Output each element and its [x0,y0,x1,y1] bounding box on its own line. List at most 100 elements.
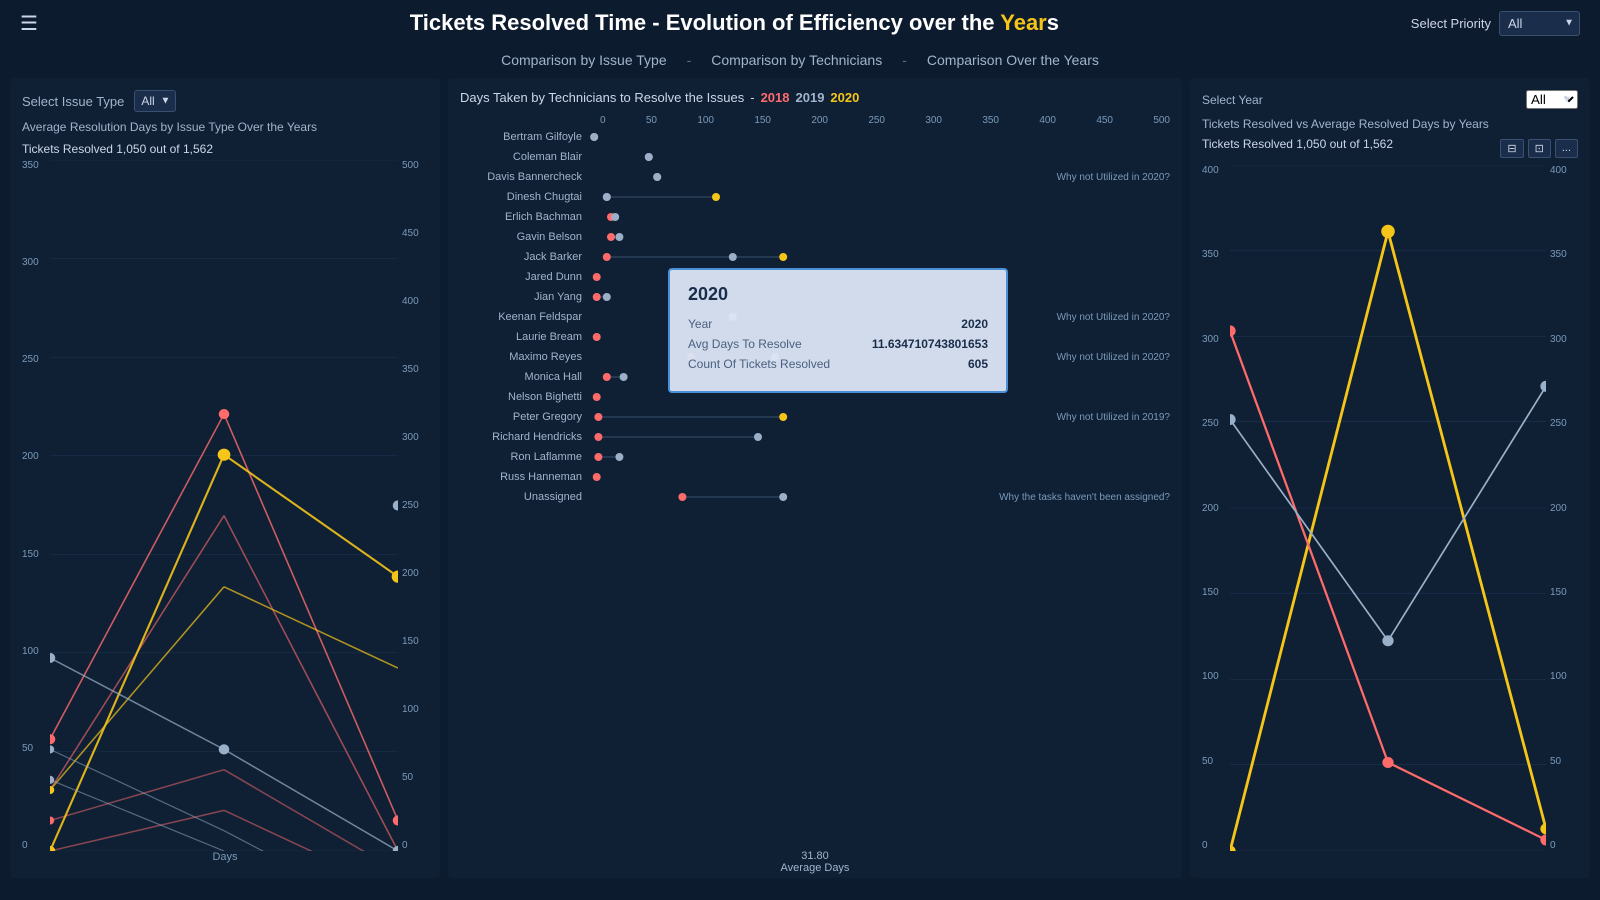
y-right-450: 450 [402,228,428,239]
right-panel-controls: ⊟ ⊡ ... [1500,139,1578,158]
y-left-50: 50 [22,743,46,754]
issue-type-label: Select Issue Type [22,94,124,109]
right-panel-title-text: Tickets Resolved vs Average Resolved Day… [1202,117,1578,131]
technician-list: Bertram GilfoyleColeman BlairDavis Banne… [460,130,1170,846]
technician-name: Jian Yang [460,291,590,303]
technician-bar-area [590,450,1170,464]
tech-bar-svg [590,430,1010,444]
tech-note: Why not Utilized in 2020? [1057,172,1170,183]
tech-bar-svg [590,230,1010,244]
technician-bar-area: Why not Utilized in 2020? [590,170,1170,184]
title-highlight: Year [1000,10,1047,35]
r-yr-0: 0 [1550,840,1578,851]
priority-selector: Select Priority All High Medium Low [1411,11,1580,36]
r-y-0: 0 [1202,840,1230,851]
technician-name: Laurie Bream [460,331,590,343]
technician-bar-area: Why not Utilized in 2019? [590,410,1170,424]
r-y-250: 250 [1202,418,1230,429]
r-yr-350: 350 [1550,249,1578,260]
technician-name: Maximo Reyes [460,351,590,363]
nav-sep-2: - [902,52,907,68]
tech-bar-svg [590,410,1010,424]
technician-bar-area [590,150,1170,164]
left-days-label: Days [22,851,428,863]
technician-bar-area [590,430,1170,444]
tab-years[interactable]: Comparison Over the Years [927,52,1099,68]
x-400: 400 [1039,115,1056,126]
y-right-400: 400 [402,296,428,307]
tech-note: Why not Utilized in 2019? [1057,412,1170,423]
avg-days-footer: 31.80 Average Days [460,850,1170,874]
technician-bar-area [590,190,1170,204]
y-left-250: 250 [22,354,46,365]
priority-select-wrapper[interactable]: All High Medium Low [1499,11,1580,36]
tech-note: Why not Utilized in 2020? [1057,312,1170,323]
tab-issue-type[interactable]: Comparison by Issue Type [501,52,667,68]
r-y-300: 300 [1202,334,1230,345]
x-50: 50 [646,115,657,126]
tooltip-count-row: Count Of Tickets Resolved 605 [688,357,988,371]
issue-type-select-wrapper[interactable]: All [134,90,176,112]
technician-bar-area [590,250,1170,264]
left-panel-control: Select Issue Type All [22,90,428,112]
filter-button[interactable]: ⊟ [1500,139,1523,158]
y-left-350: 350 [22,160,46,171]
technician-name: Monica Hall [460,371,590,383]
technician-name: Dinesh Chugtai [460,191,590,203]
technician-bar-area: Why the tasks haven't been assigned? [590,490,1170,504]
tooltip-avg-row: Avg Days To Resolve 11.634710743801653 [688,337,988,351]
right-year-select-wrapper[interactable]: All 2018 2019 2020 [1526,90,1578,109]
technician-row: UnassignedWhy the tasks haven't been ass… [460,490,1170,504]
technician-row: Erlich Bachman [460,210,1170,224]
technician-row: Gavin Belson [460,230,1170,244]
technician-name: Keenan Feldspar [460,311,590,323]
y-right-100: 100 [402,704,428,715]
r-y-200: 200 [1202,503,1230,514]
technician-name: Russ Hanneman [460,471,590,483]
priority-select[interactable]: All High Medium Low [1499,11,1580,36]
tech-note: Why the tasks haven't been assigned? [999,492,1170,503]
technician-name: Gavin Belson [460,231,590,243]
tech-bar-svg [590,150,1010,164]
y-left-200: 200 [22,451,46,462]
technician-row: Ron Laflamme [460,450,1170,464]
tech-bar-svg [590,170,1010,184]
page-title: Tickets Resolved Time - Evolution of Eff… [58,10,1411,36]
y-right-50: 50 [402,772,428,783]
y-right-300: 300 [402,432,428,443]
technician-bar-area [590,210,1170,224]
menu-icon[interactable]: ☰ [20,11,38,36]
main-content: Select Issue Type All Average Resolution… [0,78,1600,888]
y-right-500: 500 [402,160,428,171]
technician-bar-area [590,230,1170,244]
x-250: 250 [868,115,885,126]
r-y-100: 100 [1202,671,1230,682]
x-450: 450 [1096,115,1113,126]
issue-type-select[interactable]: All [134,90,176,112]
y-right-200: 200 [402,568,428,579]
title-end: s [1047,10,1059,35]
right-y-left: 400 350 300 250 200 150 100 50 0 [1202,165,1230,851]
y-right-350: 350 [402,364,428,375]
avg-days-label: Average Days [781,862,850,874]
y-right-150: 150 [402,636,428,647]
technician-name: Coleman Blair [460,151,590,163]
technician-name: Ron Laflamme [460,451,590,463]
export-button[interactable]: ⊡ [1528,139,1551,158]
technician-row: Russ Hanneman [460,470,1170,484]
technician-row: Peter Gregory Why not Utilized in 2019? [460,410,1170,424]
left-chart-container: 350 300 250 200 150 100 50 0 [22,160,428,851]
x-200: 200 [811,115,828,126]
title-main: Tickets Resolved Time [410,10,646,35]
x-axis-scale: 0 50 100 150 200 250 300 350 400 450 500 [460,115,1170,130]
technician-name: Davis Bannercheck [460,171,590,183]
y-axis-right: 500 450 400 350 300 250 200 150 100 50 0 [398,160,428,851]
more-button[interactable]: ... [1555,139,1578,158]
right-year-select[interactable]: All 2018 2019 2020 [1526,90,1578,109]
technician-name: Peter Gregory [460,411,590,423]
tech-note: Why not Utilized in 2020? [1057,352,1170,363]
y-left-100: 100 [22,646,46,657]
tab-technicians[interactable]: Comparison by Technicians [711,52,882,68]
r-y-350: 350 [1202,249,1230,260]
tech-bar-svg [590,130,1010,144]
